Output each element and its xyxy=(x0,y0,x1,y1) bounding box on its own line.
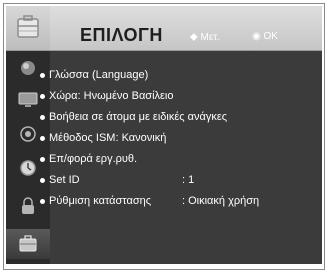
menu-item-label: Μέθοδος ISM: Κανονική xyxy=(49,132,167,144)
menu-item-country[interactable]: Χώρα: Ηνωμένο Βασίλειο xyxy=(0,86,174,106)
ok-hint: ◉ OK xyxy=(252,31,278,42)
menu-header: ΕΠΙΛΟΓΗ ⬥ Μετ. ◉ OK xyxy=(6,6,322,51)
header-icon-box xyxy=(6,6,50,50)
menu-item-factory-reset[interactable]: Επ/φορά εργ.ρυθ. xyxy=(0,149,137,169)
bullet-icon xyxy=(40,135,45,141)
menu-item-label: Βοήθεια σε άτομα με ειδικές ανάγκες xyxy=(49,111,228,123)
move-hint-label: Μετ. xyxy=(200,32,221,43)
page-title: ΕΠΙΛΟΓΗ xyxy=(80,25,163,45)
bullet-icon xyxy=(40,156,45,162)
bullet-icon xyxy=(40,93,45,99)
sidebar-item-option[interactable] xyxy=(6,229,50,259)
menu-item-value: : 1 xyxy=(182,174,195,186)
menu-item-mode-setting[interactable]: Ρύθμιση κατάστασης : Οικιακή χρήση xyxy=(0,191,272,211)
menu-item-label: Γλώσσα (Language) xyxy=(49,69,149,81)
move-hint: ⬥ Μετ. xyxy=(190,31,220,44)
menu-item-label: Επ/φορά εργ.ρυθ. xyxy=(49,153,138,165)
bullet-icon xyxy=(40,198,45,204)
bullet-icon xyxy=(40,114,45,120)
option-case-icon xyxy=(19,235,37,252)
menu-item-label: Set ID xyxy=(49,174,80,186)
menu-item-value: : Οικιακή χρήση xyxy=(182,195,260,207)
ok-hint-label: OK xyxy=(263,31,278,42)
menu-item-label: Ρύθμιση κατάστασης xyxy=(49,195,152,207)
bullet-icon xyxy=(40,177,45,183)
move-arrows-icon: ⬥ xyxy=(190,31,198,43)
menu-item-accessibility[interactable]: Βοήθεια σε άτομα με ειδικές ανάγκες xyxy=(0,107,227,127)
menu-item-set-id[interactable]: Set ID : 1 xyxy=(0,170,272,190)
menu-item-ism-method[interactable]: Μέθοδος ISM: Κανονική xyxy=(0,128,166,148)
menu-item-language[interactable]: Γλώσσα (Language) xyxy=(0,65,148,85)
menu-item-label: Χώρα: Ηνωμένο Βασίλειο xyxy=(49,90,174,102)
ok-circle-icon: ◉ xyxy=(252,31,261,42)
settings-case-icon xyxy=(17,15,39,38)
bullet-icon xyxy=(40,72,45,78)
